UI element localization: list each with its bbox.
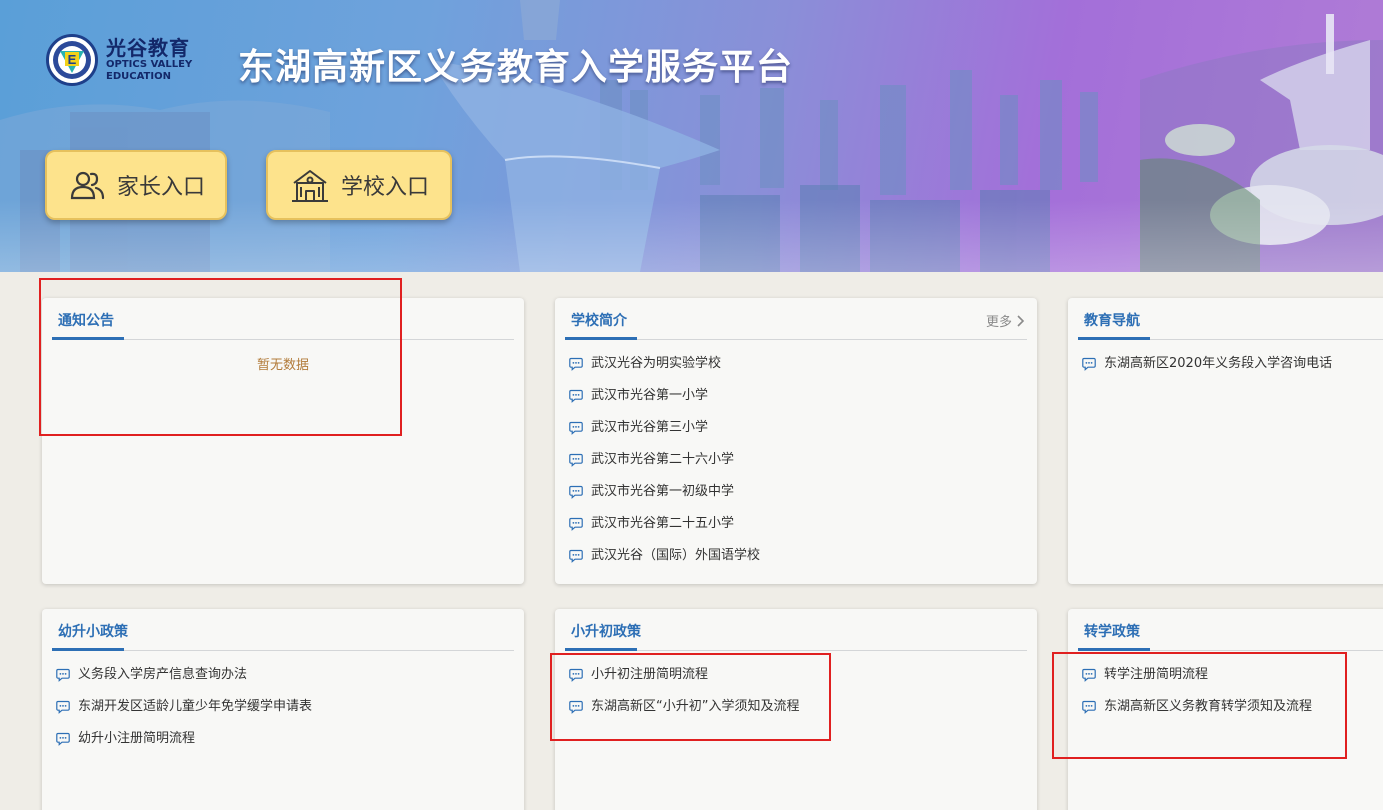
message-bubble-icon [569,453,583,467]
panel-primary-to-middle: 小升初政策 小升初注册简明流程东湖高新区“小升初”入学须知及流程 [555,609,1037,810]
list-item[interactable]: 武汉市光谷第二十五小学 [569,516,760,548]
title-underline [52,337,124,340]
list-item[interactable]: 小升初注册简明流程 [569,667,799,699]
message-bubble-icon [1082,357,1096,371]
message-bubble-icon [1082,668,1096,682]
list-item-text: 武汉光谷为明实验学校 [591,356,722,371]
list-item-text: 东湖高新区义务教育转学须知及流程 [1104,699,1313,714]
list-item[interactable]: 武汉市光谷第一初级中学 [569,484,760,516]
list-item-text: 武汉光谷（国际）外国语学校 [591,548,761,563]
list-item[interactable]: 武汉市光谷第二十六小学 [569,452,760,484]
panel-kinder-to-primary-title: 幼升小政策 [58,624,128,640]
message-bubble-icon [569,700,583,714]
list-item[interactable]: 武汉光谷（国际）外国语学校 [569,548,760,580]
message-bubble-icon [569,421,583,435]
more-link[interactable]: 更多 [986,311,1025,330]
list-item[interactable]: 转学注册简明流程 [1082,667,1312,699]
header-banner: E 光谷教育 OPTICS VALLEY EDUCATION 东湖高新区义务教育… [0,0,1383,272]
list-item-text: 武汉市光谷第三小学 [591,420,709,435]
panel-notice-header: 通知公告 [52,298,514,340]
panel-notice-title: 通知公告 [58,313,114,329]
svg-text:E: E [68,52,77,67]
panel-school-intro-title: 学校简介 [571,313,627,329]
logo-cn: 光谷教育 [106,36,190,60]
list-item-text: 东湖高新区“小升初”入学须知及流程 [591,699,800,714]
logo-text: 光谷教育 OPTICS VALLEY EDUCATION [106,38,192,82]
parent-entry-label: 家长入口 [116,175,205,200]
list-item[interactable]: 东湖高新区义务教育转学须知及流程 [1082,699,1312,731]
panel-transfer: 转学政策 转学注册简明流程东湖高新区义务教育转学须知及流程 [1068,609,1383,810]
panel-transfer-title: 转学政策 [1084,624,1140,640]
panel-school-intro-header: 学校简介 更多 [565,298,1027,340]
panel-school-intro: 学校简介 更多 武汉光谷为明实验学校 武汉市光谷第一小学 武汉市光谷第三小学武汉市光… [555,298,1037,584]
list-item-text: 义务段入学房产信息查询办法 [78,667,248,682]
empty-state-text: 暂无数据 [256,358,309,373]
message-bubble-icon [56,732,70,746]
message-bubble-icon [569,668,583,682]
message-bubble-icon [56,668,70,682]
list-item-text: 东湖开发区适龄儿童少年免学缓学申请表 [78,699,313,714]
list-item[interactable]: 武汉市光谷第一小学 [569,388,760,420]
primary-to-middle-list: 小升初注册简明流程东湖高新区“小升初”入学须知及流程 [569,667,799,731]
list-item[interactable]: 幼升小注册简明流程 [56,731,312,763]
message-bubble-icon [1082,700,1096,714]
more-label: 更多 [985,315,1012,330]
list-item[interactable]: 东湖高新区“小升初”入学须知及流程 [569,699,799,731]
kinder-to-primary-list: 义务段入学房产信息查询办法东湖开发区适龄儿童少年免学缓学申请表 幼升小注册简明流程 [56,667,312,763]
message-bubble-icon [569,389,583,403]
chevron-right-icon [1017,315,1025,327]
panel-kinder-to-primary: 幼升小政策 义务段入学房产信息查询办法东湖开发区适龄儿童少年免学缓学申请表 幼升小… [42,609,524,810]
list-item-text: 武汉市光谷第一小学 [591,388,709,403]
edu-nav-list: 东湖高新区2020年义务段入学咨询电话 [1082,356,1332,388]
message-bubble-icon [569,357,583,371]
panel-kinder-to-primary-header: 幼升小政策 [52,609,514,651]
list-item-text: 武汉市光谷第二十五小学 [591,516,735,531]
optics-valley-logo[interactable]: E 光谷教育 OPTICS VALLEY EDUCATION [46,34,192,86]
site-title: 东湖高新区义务教育入学服务平台 [238,47,794,88]
panel-primary-to-middle-title: 小升初政策 [571,624,641,640]
panel-edu-nav-title: 教育导航 [1084,313,1140,329]
list-item[interactable]: 义务段入学房产信息查询办法 [56,667,312,699]
list-item-text: 小升初注册简明流程 [591,667,709,682]
panel-notice: 通知公告 暂无数据 [42,298,524,584]
panel-primary-to-middle-header: 小升初政策 [565,609,1027,651]
transfer-list: 转学注册简明流程东湖高新区义务教育转学须知及流程 [1082,667,1312,731]
list-item[interactable]: 东湖开发区适龄儿童少年免学缓学申请表 [56,699,312,731]
list-item-text: 幼升小注册简明流程 [78,731,196,746]
school-entry-button[interactable]: 学校入口 [266,150,452,220]
list-item-text: 武汉市光谷第二十六小学 [591,452,735,467]
list-item-text: 转学注册简明流程 [1104,667,1209,682]
logo-en-line2: EDUCATION [106,71,171,82]
logo-badge-icon: E [46,34,98,86]
message-bubble-icon [56,700,70,714]
people-icon [70,171,105,200]
school-building-icon [291,170,328,202]
title-underline [1078,648,1150,651]
school-entry-label: 学校入口 [340,175,429,200]
list-item[interactable]: 东湖高新区2020年义务段入学咨询电话 [1082,356,1332,388]
title-underline [1078,337,1150,340]
title-underline [565,648,637,651]
panel-transfer-header: 转学政策 [1078,609,1383,651]
list-item[interactable]: 武汉光谷为明实验学校 [569,356,760,388]
parent-entry-button[interactable]: 家长入口 [45,150,227,220]
message-bubble-icon [569,549,583,563]
panel-edu-nav-header: 教育导航 [1078,298,1383,340]
list-item-text: 东湖高新区2020年义务段入学咨询电话 [1104,356,1333,371]
logo-en-line1: OPTICS VALLEY [106,59,193,70]
message-bubble-icon [569,517,583,531]
title-underline [565,337,637,340]
list-item[interactable]: 武汉市光谷第三小学 [569,420,760,452]
panel-edu-nav: 教育导航 东湖高新区2020年义务段入学咨询电话 [1068,298,1383,584]
title-underline [52,648,124,651]
list-item-text: 武汉市光谷第一初级中学 [591,484,735,499]
school-list: 武汉光谷为明实验学校 武汉市光谷第一小学 武汉市光谷第三小学 武汉市光谷第二十六小学武… [569,356,760,580]
message-bubble-icon [569,485,583,499]
